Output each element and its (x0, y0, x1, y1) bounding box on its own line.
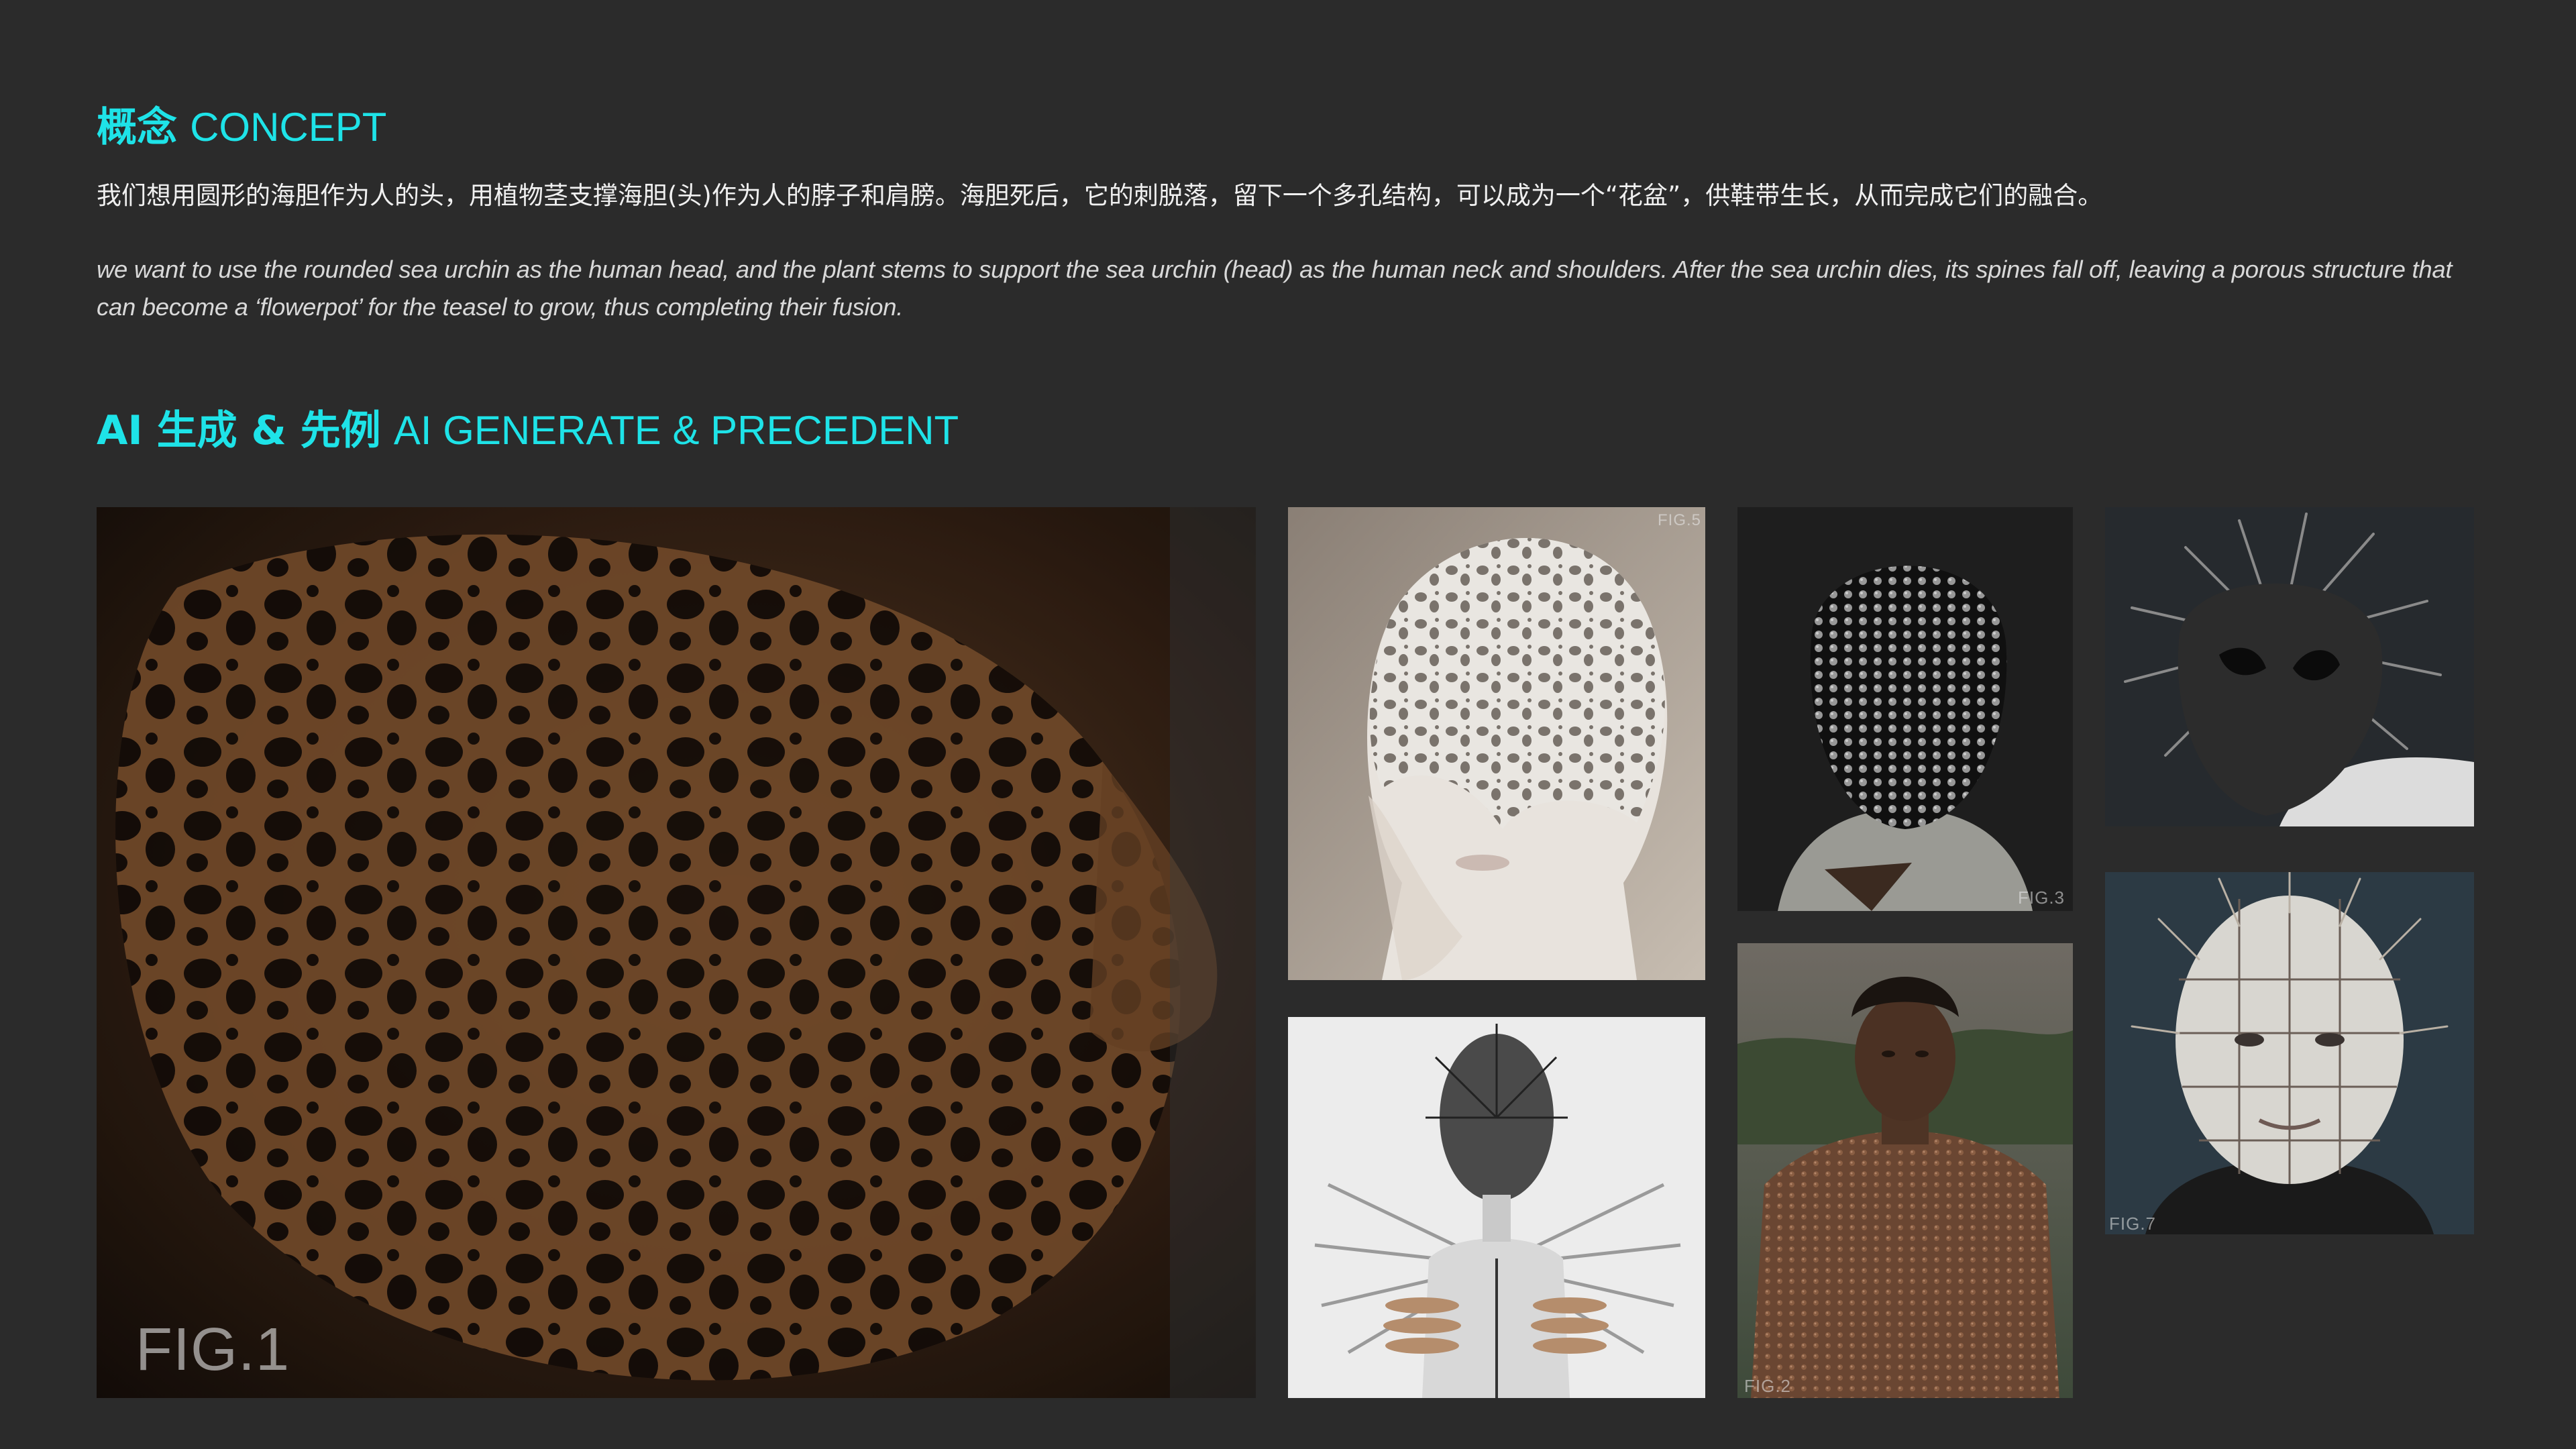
fig3-image: FIG.3 (1737, 507, 2073, 911)
fig4-illustration (2105, 507, 2474, 826)
fig7-illustration (2105, 872, 2474, 1234)
fig2-illustration (1737, 943, 2073, 1398)
fig3-label: FIG.3 (2017, 888, 2065, 908)
fig7-label: FIG.7 (2109, 1214, 2157, 1234)
concept-heading-en: CONCEPT (190, 105, 387, 150)
fig1-image: FIG.1 (97, 507, 1256, 1398)
ai-section-heading: AI 生成 & 先例 AI GENERATE & PRECEDENT (97, 411, 959, 451)
fig2-label: FIG.2 (1744, 1376, 1792, 1396)
fig1-label: FIG.1 (136, 1316, 290, 1383)
concept-heading-zh: 概念 (97, 104, 177, 151)
fig2-image: FIG.2 (1737, 943, 2073, 1398)
fig6-illustration (1288, 1017, 1705, 1398)
fig7-image: FIG.7 (2105, 872, 2474, 1234)
fig4-image (2105, 507, 2474, 826)
fig5-illustration (1288, 507, 1705, 980)
concept-text-zh: 我们想用圆形的海胆作为人的头，用植物茎支撑海胆(头)作为人的脖子和肩膀。海胆死后… (97, 181, 2103, 210)
fig5-label: FIG.5 (1657, 511, 1701, 529)
fig6-image (1288, 1017, 1705, 1398)
fig3-illustration (1737, 507, 2073, 911)
ai-section-heading-en: AI GENERATE & PRECEDENT (393, 408, 959, 453)
fig5-image: FIG.5 (1288, 507, 1705, 980)
concept-heading: 概念 CONCEPT (97, 107, 386, 148)
fig1-illustration (97, 507, 1256, 1398)
ai-section-heading-zh: AI 生成 & 先例 (97, 407, 381, 454)
concept-text-en: we want to use the rounded sea urchin as… (97, 256, 2453, 321)
